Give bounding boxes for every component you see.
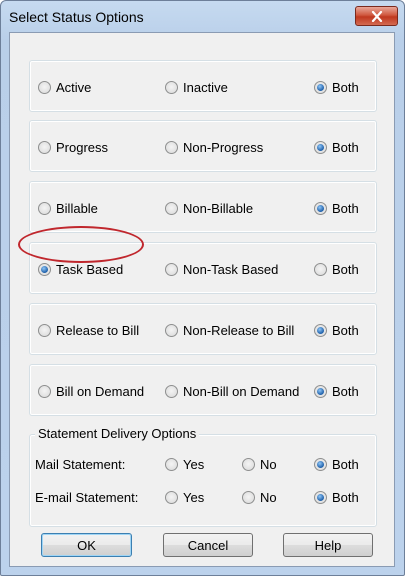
status-group-bill-on-demand: Bill on Demand Non-Bill on Demand Both [29,364,377,416]
radio-billable-both[interactable] [314,202,327,215]
option-email-yes[interactable]: Yes [165,490,204,505]
option-non-billable[interactable]: Non-Billable [165,201,253,216]
option-release-to-bill[interactable]: Release to Bill [38,323,139,338]
status-group-release-to-bill: Release to Bill Non-Release to Bill Both [29,303,377,355]
dialog-window: Select Status Options Active Inactive Bo… [0,0,405,576]
mail-statement-label: Mail Statement: [35,457,126,472]
dialog-client: Active Inactive Both Progress Non-Progre… [9,32,395,567]
radio-task-both[interactable] [314,263,327,276]
radio-task-based[interactable] [38,263,51,276]
option-inactive[interactable]: Inactive [165,80,228,95]
option-task-both[interactable]: Both [314,262,359,277]
highlight-ellipse [18,226,144,263]
status-group-active: Active Inactive Both [29,60,377,112]
radio-mail-yes[interactable] [165,458,178,471]
radio-release-both[interactable] [314,324,327,337]
radio-release-to-bill[interactable] [38,324,51,337]
option-progress[interactable]: Progress [38,140,108,155]
option-bill-on-demand[interactable]: Bill on Demand [38,384,144,399]
option-billable[interactable]: Billable [38,201,98,216]
dialog-title: Select Status Options [9,9,144,25]
option-email-both[interactable]: Both [314,490,359,505]
option-non-release-to-bill[interactable]: Non-Release to Bill [165,323,294,338]
ok-button[interactable]: OK [41,533,132,557]
option-billable-both[interactable]: Both [314,201,359,216]
radio-mail-both[interactable] [314,458,327,471]
option-progress-both[interactable]: Both [314,140,359,155]
email-statement-label: E-mail Statement: [35,490,139,505]
radio-email-both[interactable] [314,491,327,504]
radio-non-task-based[interactable] [165,263,178,276]
statement-delivery-group: Statement Delivery Options Mail Statemen… [29,426,377,527]
option-release-both[interactable]: Both [314,323,359,338]
radio-demand-both[interactable] [314,385,327,398]
option-mail-yes[interactable]: Yes [165,457,204,472]
option-non-bill-on-demand[interactable]: Non-Bill on Demand [165,384,299,399]
radio-non-billable[interactable] [165,202,178,215]
radio-active-both[interactable] [314,81,327,94]
status-group-progress: Progress Non-Progress Both [29,120,377,172]
radio-progress[interactable] [38,141,51,154]
radio-email-yes[interactable] [165,491,178,504]
radio-billable[interactable] [38,202,51,215]
close-icon [371,10,382,22]
radio-bill-on-demand[interactable] [38,385,51,398]
option-non-task-based[interactable]: Non-Task Based [165,262,278,277]
radio-non-release-to-bill[interactable] [165,324,178,337]
option-active[interactable]: Active [38,80,91,95]
option-non-progress[interactable]: Non-Progress [165,140,263,155]
radio-email-no[interactable] [242,491,255,504]
option-mail-both[interactable]: Both [314,457,359,472]
radio-mail-no[interactable] [242,458,255,471]
option-task-based[interactable]: Task Based [38,262,123,277]
close-button[interactable] [355,6,398,26]
radio-non-bill-on-demand[interactable] [165,385,178,398]
option-email-no[interactable]: No [242,490,277,505]
radio-inactive[interactable] [165,81,178,94]
option-active-both[interactable]: Both [314,80,359,95]
title-bar[interactable]: Select Status Options [1,1,404,31]
statement-delivery-legend: Statement Delivery Options [35,426,200,441]
option-demand-both[interactable]: Both [314,384,359,399]
option-mail-no[interactable]: No [242,457,277,472]
radio-progress-both[interactable] [314,141,327,154]
radio-active[interactable] [38,81,51,94]
cancel-button[interactable]: Cancel [163,533,253,557]
radio-non-progress[interactable] [165,141,178,154]
help-button[interactable]: Help [283,533,373,557]
